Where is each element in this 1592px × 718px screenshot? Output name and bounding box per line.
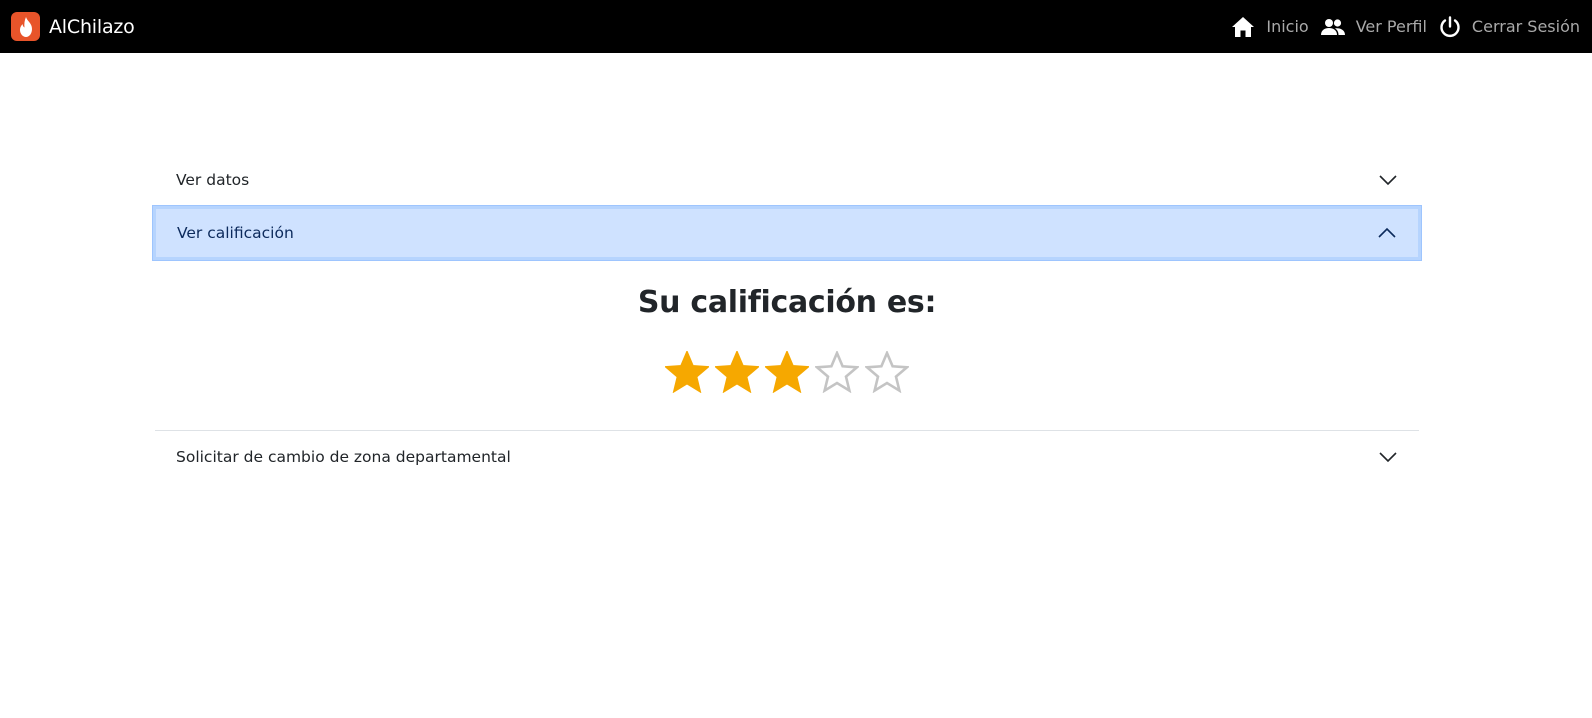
accordion-header-label: Solicitar de cambio de zona departamenta… — [176, 448, 511, 466]
nav-link-label: Inicio — [1266, 17, 1309, 36]
star-filled-icon — [765, 351, 809, 393]
nav-link-label: Cerrar Sesión — [1471, 17, 1580, 36]
accordion-body-calificacion: Su calificación es: — [155, 261, 1419, 431]
power-icon — [1439, 15, 1461, 38]
top-navbar: AlChilazo Inicio Ver Perfil Cerrar Sesió… — [0, 0, 1592, 53]
star-filled-icon — [665, 351, 709, 393]
star-filled-icon — [715, 351, 759, 393]
profile-accordion: Ver datos Ver calificación Su calificaci… — [152, 155, 1422, 483]
brand-link[interactable]: AlChilazo — [11, 12, 135, 41]
nav-link-inicio[interactable]: Inicio — [1231, 16, 1309, 38]
users-icon — [1320, 18, 1345, 36]
accordion-header-label: Ver datos — [176, 171, 250, 189]
chevron-down-icon — [1379, 175, 1397, 186]
accordion-header-label: Ver calificación — [177, 224, 294, 242]
nav-links: Inicio Ver Perfil Cerrar Sesión — [1219, 15, 1580, 38]
chevron-up-icon — [1378, 227, 1396, 239]
star-empty-icon — [865, 351, 909, 393]
star-empty-icon — [815, 351, 859, 393]
star-rating — [665, 351, 909, 393]
chevron-down-icon — [1379, 452, 1397, 463]
accordion-header-cambio-zona[interactable]: Solicitar de cambio de zona departamenta… — [155, 431, 1419, 483]
accordion-header-ver-datos[interactable]: Ver datos — [155, 155, 1419, 205]
nav-link-label: Ver Perfil — [1355, 17, 1427, 36]
nav-link-ver-perfil[interactable]: Ver Perfil — [1320, 17, 1427, 36]
flame-logo-icon — [11, 12, 40, 41]
nav-link-cerrar-sesion[interactable]: Cerrar Sesión — [1439, 15, 1580, 38]
brand-name: AlChilazo — [49, 15, 135, 38]
rating-title: Su calificación es: — [637, 285, 937, 320]
home-icon — [1231, 16, 1255, 38]
accordion-header-ver-calificacion[interactable]: Ver calificación — [152, 205, 1422, 261]
